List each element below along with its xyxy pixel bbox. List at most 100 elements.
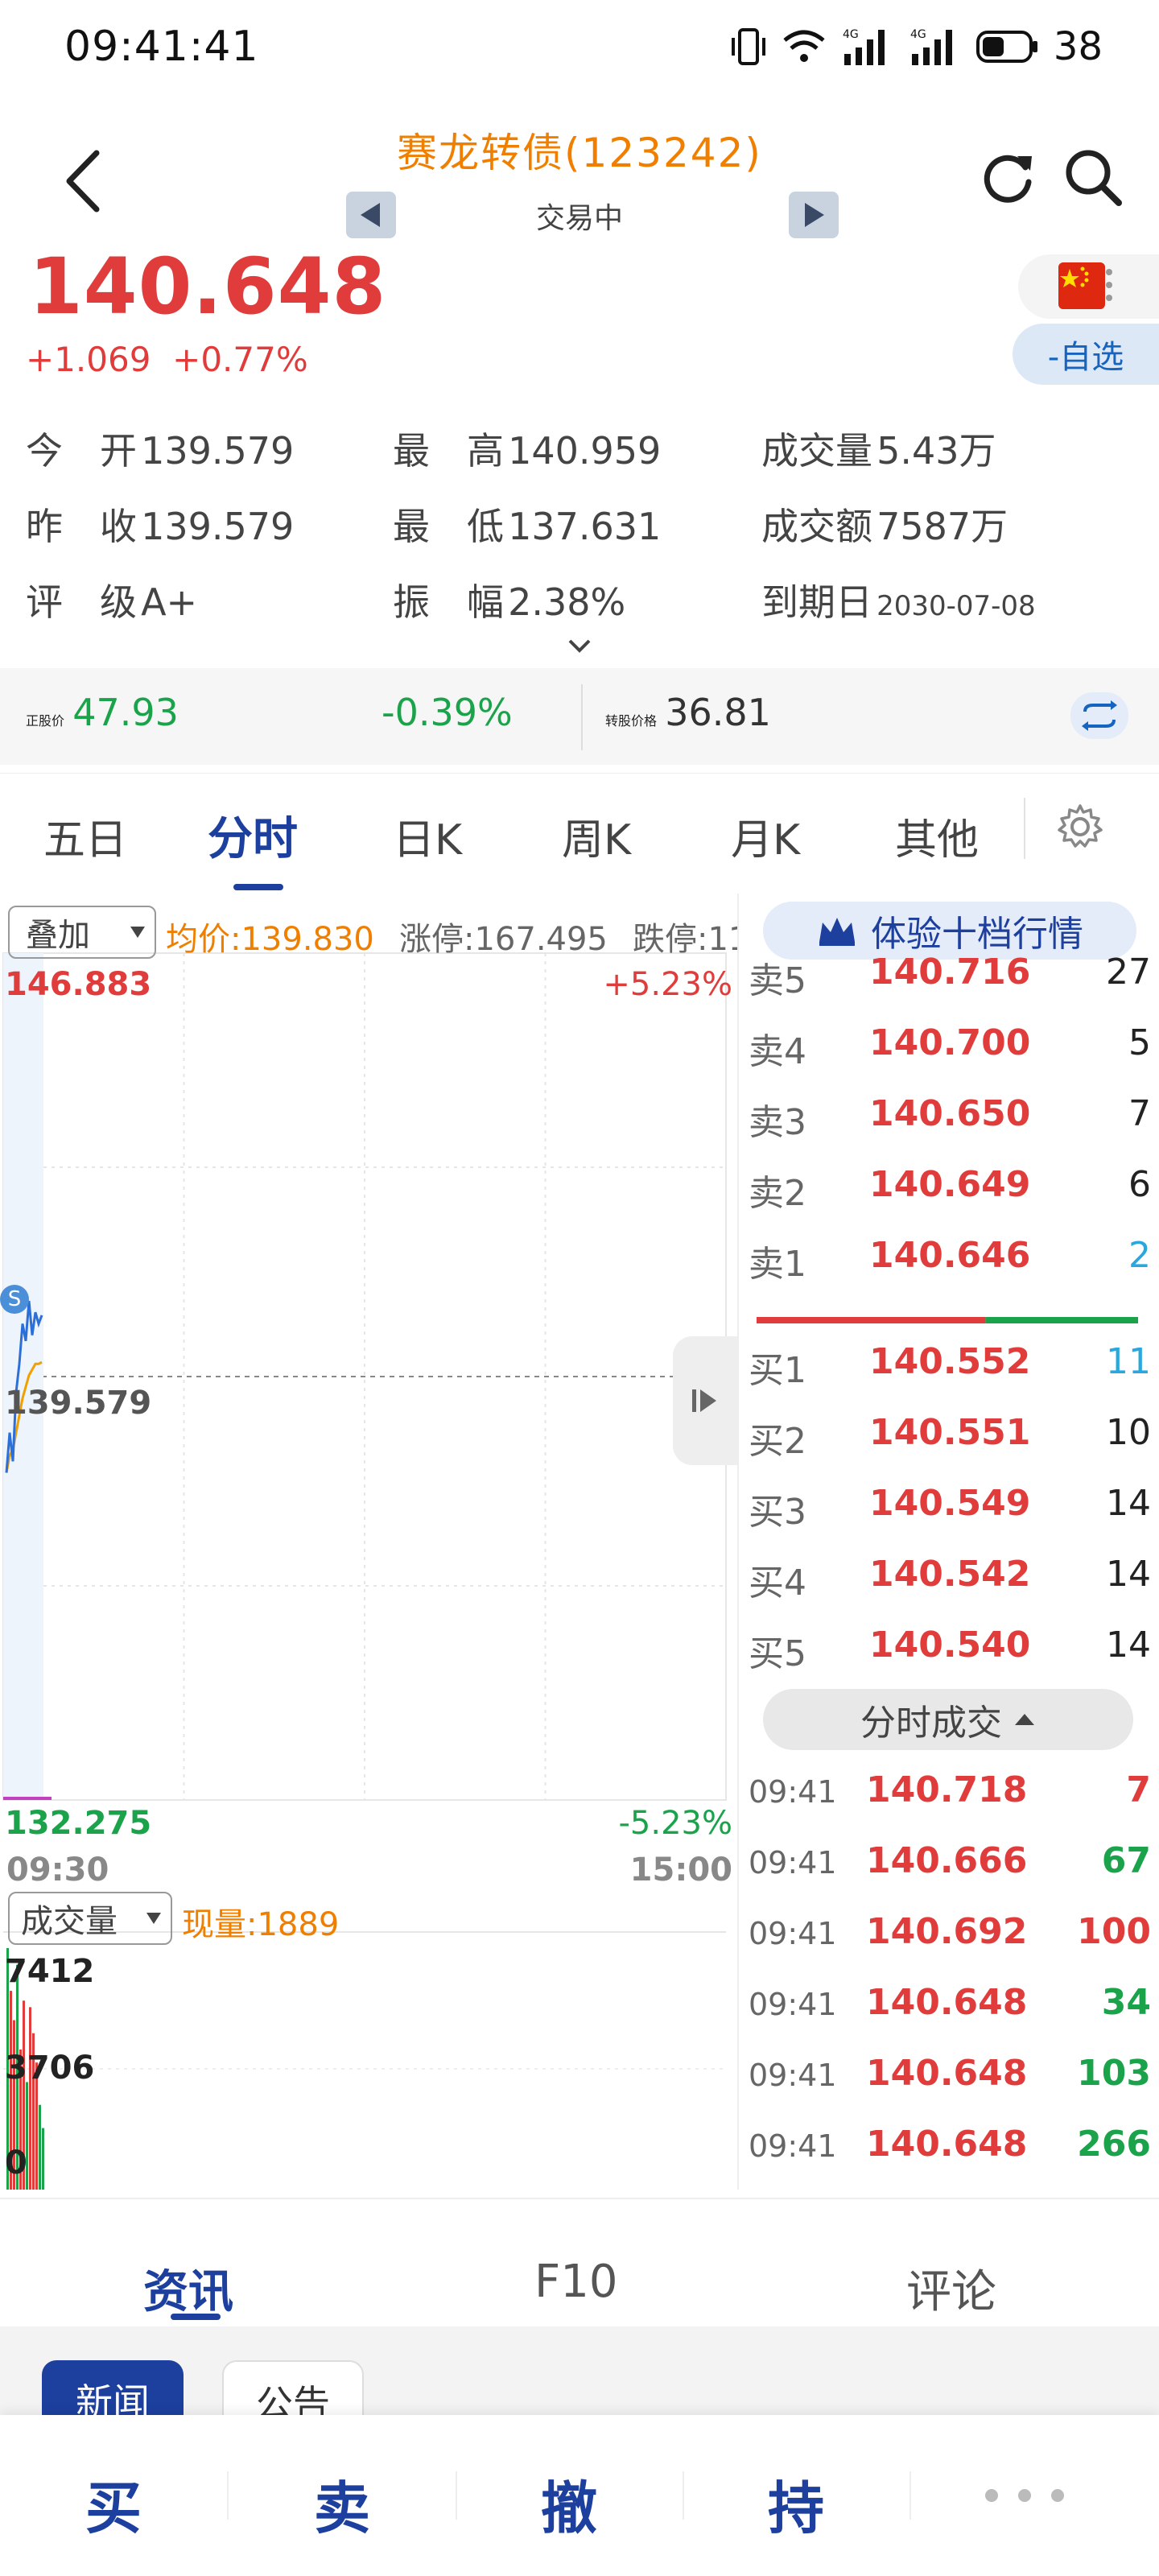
tab-other[interactable]: 其他	[895, 806, 979, 866]
trade-row: 09:41 140.648 103	[749, 2041, 1151, 2114]
current-price: 140.648	[29, 242, 387, 332]
chart-start-time: 09:30	[6, 1852, 109, 1889]
stat-value: 2030-07-08	[876, 590, 1036, 622]
level-volume: 14	[1106, 1624, 1151, 1666]
bid-level-row[interactable]: 买5 140.540 14	[749, 1613, 1151, 1686]
level-price: 140.552	[869, 1341, 1031, 1382]
battery-level: 38	[1053, 24, 1103, 69]
tab-five-day[interactable]: 五日	[43, 806, 127, 866]
trade-time: 09:41	[749, 1774, 837, 1810]
more-icon[interactable]	[980, 2486, 1069, 2505]
chevron-down-icon[interactable]	[565, 636, 594, 655]
vol-tick-zero: 0	[5, 2145, 27, 2182]
volume-select-label: 成交量	[21, 1903, 118, 1940]
level-price: 140.650	[869, 1093, 1031, 1134]
level-label: 卖5	[749, 960, 806, 1001]
signal-icon-2: 4G	[910, 28, 952, 65]
stat-value: 5.43万	[876, 429, 996, 473]
chart-high-pct: +5.23%	[603, 966, 732, 1003]
level-volume: 10	[1106, 1412, 1151, 1453]
chart-low-pct: -5.23%	[618, 1805, 732, 1842]
level-price: 140.542	[869, 1554, 1031, 1595]
trades-toggle-button[interactable]: 分时成交	[763, 1689, 1133, 1750]
conversion-value: 36.81	[665, 691, 771, 734]
level-label: 买1	[749, 1350, 806, 1391]
conversion-price: 转股价格 36.81	[605, 691, 771, 734]
stat-label: 成交额	[761, 505, 872, 548]
stat-low: 最 低 137.631	[393, 497, 661, 551]
chart-high-label: 146.883	[5, 966, 152, 1003]
limit-down: 跌停:11	[633, 921, 737, 958]
buy-button[interactable]: 买	[85, 2463, 142, 2545]
network-label-1: 4G	[843, 28, 859, 41]
stat-label: 到期日	[761, 580, 872, 624]
network-label-2: 4G	[910, 28, 926, 41]
chart-mid-label: 139.579	[5, 1385, 152, 1422]
previous-stock-button[interactable]	[346, 192, 396, 238]
trade-volume: 34	[1101, 1982, 1151, 2023]
trade-volume: 67	[1101, 1840, 1151, 1881]
tab-daily-k[interactable]: 日K	[393, 806, 462, 866]
stat-value: 140.959	[508, 429, 662, 473]
info-tabs: 资讯 F10 评论	[0, 2198, 1159, 2326]
collapse-orderbook-button[interactable]	[673, 1336, 737, 1465]
swap-button[interactable]	[1070, 692, 1128, 739]
sell-button[interactable]: 卖	[314, 2463, 370, 2545]
bid-level-row[interactable]: 买4 140.542 14	[749, 1542, 1151, 1615]
china-flag-icon	[1058, 262, 1105, 309]
divider	[456, 2471, 457, 2520]
triangle-left-icon	[361, 203, 380, 227]
ask-level-row[interactable]: 卖1 140.646 2	[749, 1224, 1151, 1296]
ask-level-row[interactable]: 卖2 140.649 6	[749, 1153, 1151, 1225]
ask-level-row[interactable]: 卖3 140.650 7	[749, 1082, 1151, 1154]
tab-f10[interactable]: F10	[534, 2256, 617, 2308]
trade-price: 140.648	[866, 2053, 1028, 2094]
trade-row: 09:41 140.648 34	[749, 1971, 1151, 2043]
ask-level-row[interactable]: 卖5 140.716 27	[749, 940, 1151, 1013]
bid-level-row[interactable]: 买3 140.549 14	[749, 1472, 1151, 1544]
level-price: 140.646	[869, 1235, 1031, 1276]
stat-maturity: 到期日 2030-07-08	[761, 573, 1036, 626]
search-icon[interactable]	[1061, 145, 1125, 209]
tab-active-indicator	[171, 2314, 221, 2320]
level-price: 140.549	[869, 1483, 1031, 1524]
trade-price: 140.692	[866, 1911, 1028, 1952]
stat-value: A+	[141, 580, 198, 624]
signal-marker[interactable]: S	[0, 1285, 29, 1314]
remove-watchlist-button[interactable]: -自选	[1013, 324, 1159, 385]
divider	[581, 684, 583, 750]
tab-comments[interactable]: 评论	[906, 2256, 996, 2321]
next-stock-button[interactable]	[789, 192, 839, 238]
intraday-chart[interactable]	[0, 894, 737, 2190]
level-volume: 11	[1106, 1341, 1151, 1382]
cancel-order-button[interactable]: 撤	[541, 2463, 597, 2545]
trade-time: 09:41	[749, 2128, 837, 2164]
bid-level-row[interactable]: 买2 140.551 10	[749, 1401, 1151, 1473]
tab-intraday[interactable]: 分时	[208, 803, 298, 868]
ask-level-row[interactable]: 卖4 140.700 5	[749, 1011, 1151, 1084]
holdings-button[interactable]: 持	[768, 2463, 824, 2545]
bid-ask-ratio-bar	[757, 1317, 1138, 1323]
tab-weekly-k[interactable]: 周K	[562, 806, 631, 866]
bid-level-row[interactable]: 买1 140.552 11	[749, 1330, 1151, 1402]
more-dots-icon[interactable]	[1101, 266, 1117, 306]
stat-rating: 评 级 A+	[26, 573, 197, 626]
level-volume: 27	[1106, 952, 1151, 993]
header: 赛龙转债(123242) 交易中	[0, 105, 1159, 242]
chart-tabs: 五日 分时 日K 周K 月K 其他	[0, 773, 1159, 894]
session-marker	[3, 1797, 52, 1800]
level-label: 买5	[749, 1633, 806, 1674]
dropdown-arrow-icon	[146, 1913, 161, 1924]
stat-value: 2.38%	[508, 580, 626, 624]
status-time: 09:41:41	[64, 23, 259, 71]
settings-gear-icon[interactable]	[1054, 801, 1106, 852]
stat-label: 评 级	[26, 580, 137, 624]
overlay-select[interactable]: 叠加	[8, 906, 156, 959]
stat-open: 今 开 139.579	[26, 422, 294, 475]
level-volume: 14	[1106, 1554, 1151, 1595]
tab-news[interactable]: 资讯	[143, 2256, 233, 2321]
chart-low-label: 132.275	[5, 1805, 152, 1842]
volume-select[interactable]: 成交量	[8, 1892, 172, 1945]
tab-monthly-k[interactable]: 月K	[731, 806, 800, 866]
refresh-icon[interactable]	[975, 145, 1040, 209]
